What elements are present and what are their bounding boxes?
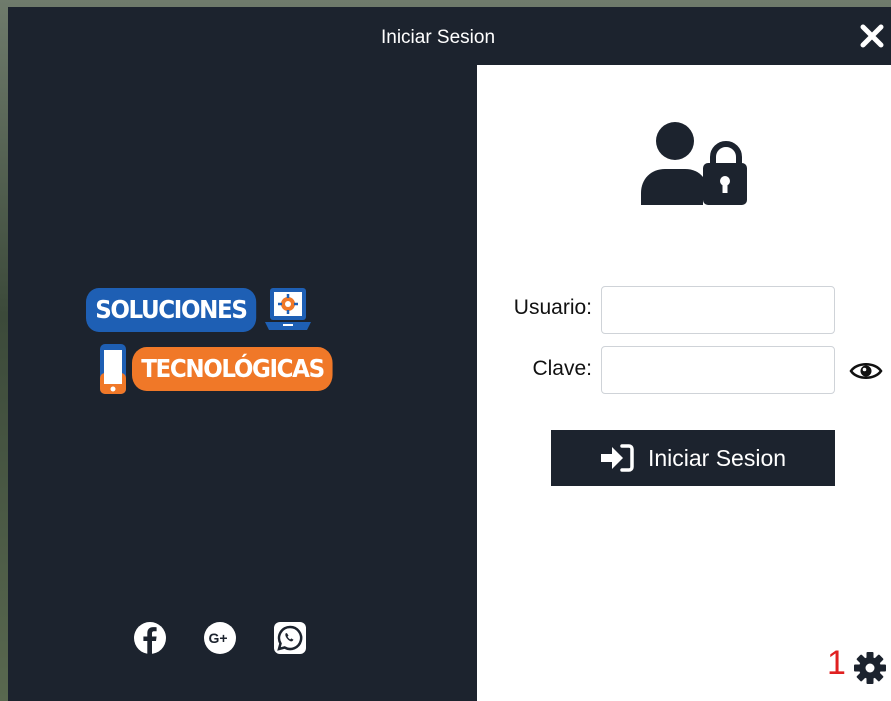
social-links: G+ [133, 621, 307, 655]
close-icon [860, 24, 884, 48]
title-bar: Iniciar Sesion [8, 7, 891, 65]
password-label: Clave: [532, 357, 592, 380]
login-dialog: Iniciar Sesion SOLUCIONES TECNOLÓGICAS G… [8, 7, 891, 701]
login-button[interactable]: Iniciar Sesion [551, 430, 835, 486]
facebook-link[interactable] [133, 621, 167, 655]
svg-text:G+: G+ [209, 630, 228, 646]
brand-panel: SOLUCIONES TECNOLÓGICAS G+ [8, 65, 477, 701]
whatsapp-link[interactable] [273, 621, 307, 655]
google-plus-icon: G+ [204, 622, 236, 654]
counter-value: 1 [827, 644, 846, 682]
user-lock-icon [641, 122, 747, 205]
sign-in-icon [600, 444, 634, 472]
login-form-panel: Usuario: Clave: Iniciar Sesion 1 [477, 65, 891, 701]
close-button[interactable] [857, 21, 887, 51]
phone-icon [100, 344, 126, 394]
login-button-label: Iniciar Sesion [647, 444, 787, 471]
logo-text-tecnologicas: TECNOLÓGICAS [132, 347, 333, 391]
google-plus-link[interactable]: G+ [203, 621, 237, 655]
show-password-icon[interactable] [849, 357, 883, 385]
window-title: Iniciar Sesion [380, 27, 496, 48]
facebook-icon [134, 622, 166, 654]
logo-text-soluciones: SOLUCIONES [86, 288, 256, 332]
company-logo: SOLUCIONES TECNOLÓGICAS [86, 285, 376, 405]
settings-gear-icon[interactable] [853, 651, 887, 685]
username-input[interactable] [601, 286, 835, 334]
password-input[interactable] [601, 346, 835, 394]
whatsapp-icon [274, 622, 306, 654]
laptop-gear-icon [264, 288, 311, 330]
username-label: Usuario: [513, 296, 592, 319]
